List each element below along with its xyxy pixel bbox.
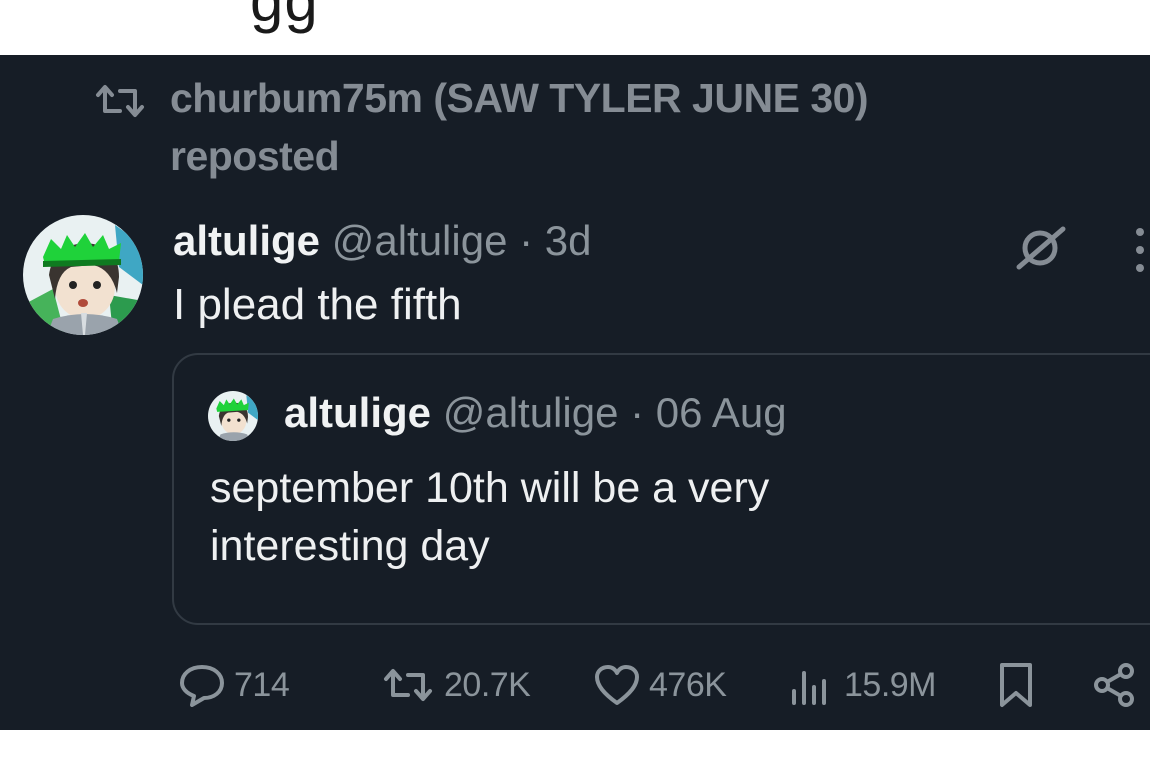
quote-text: september 10th will be a very interestin… [210,464,770,570]
author-handle[interactable]: @altulige [332,217,508,264]
tweet-text: I plead the fifth [173,280,462,329]
grok-icon[interactable] [1013,223,1069,271]
quote-time[interactable]: 06 Aug [656,389,787,436]
view-count: 15.9M [844,665,937,704]
repost-action-icon [384,669,432,701]
tweet-author-line: altulige @altulige · 3d [173,215,591,267]
cropped-caption-text: gg [250,0,319,34]
repost-label[interactable]: churbum75m (SAW TYLER JUNE 30) reposted [170,69,1020,185]
bookmark-button[interactable] [996,655,1036,715]
more-dots-icon[interactable] [1130,220,1150,280]
views-button[interactable]: 15.9M [788,655,937,715]
share-button[interactable] [1092,655,1138,715]
author-name[interactable]: altulige [173,217,320,264]
meta-separator: · [507,217,545,264]
quoted-tweet[interactable]: altulige @altulige · 06 Aug september 10… [172,353,1150,625]
like-button[interactable]: 476K [593,655,727,715]
quote-meta-separator: · [618,389,656,436]
reply-button[interactable]: 714 [178,655,290,715]
cropped-caption: gg [0,0,1150,55]
repost-count: 20.7K [444,665,531,704]
quote-author-line: altulige @altulige · 06 Aug [284,385,787,441]
repost-header: churbum75m (SAW TYLER JUNE 30) reposted [92,69,1020,185]
bottom-margin [0,730,1150,768]
tweet-time[interactable]: 3d [545,217,592,264]
reply-icon [180,665,224,707]
heart-icon [595,665,639,705]
bookmark-icon [1000,663,1032,707]
avatar[interactable] [23,215,143,335]
quote-author-name[interactable]: altulige [284,389,431,436]
like-count: 476K [649,665,727,704]
repost-button[interactable]: 20.7K [380,655,531,715]
repost-icon [96,85,144,117]
share-icon [1094,663,1134,707]
action-bar: 714 20.7K 476K 15.9M [0,655,1150,715]
quote-avatar[interactable] [208,391,258,441]
views-icon [792,671,826,705]
tweet-card[interactable]: churbum75m (SAW TYLER JUNE 30) reposted … [0,55,1150,730]
quote-author-handle[interactable]: @altulige [443,389,619,436]
reply-count: 714 [234,665,290,704]
